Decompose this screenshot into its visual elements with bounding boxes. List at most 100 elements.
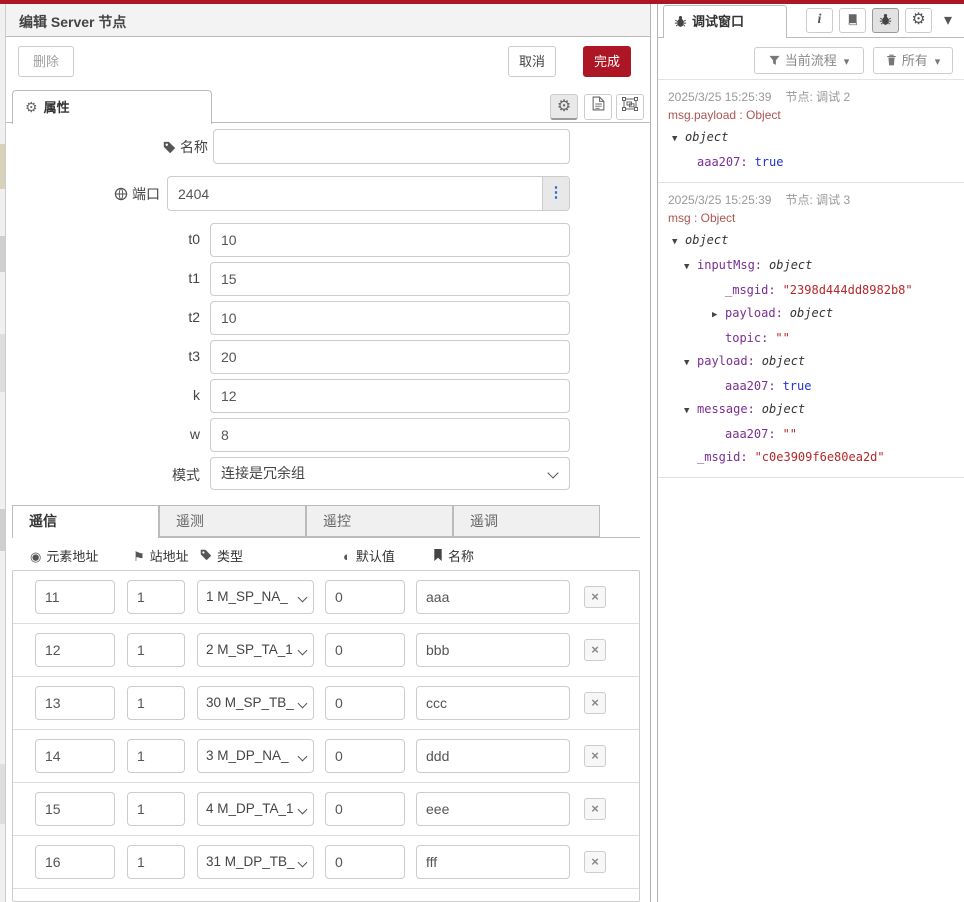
remove-row-button[interactable]: ×	[584, 586, 606, 608]
point-name-input[interactable]	[416, 633, 570, 667]
station-address-input[interactable]	[127, 845, 185, 879]
element-address-input[interactable]	[35, 792, 115, 826]
close-icon: ×	[591, 854, 599, 869]
node-description-button[interactable]	[584, 94, 612, 120]
cancel-button[interactable]: 取消	[508, 46, 556, 77]
dialog-header: 编辑 Server 节点	[6, 4, 650, 37]
t0-input[interactable]	[210, 223, 570, 257]
station-address-input[interactable]	[127, 686, 185, 720]
point-name-input[interactable]	[416, 739, 570, 773]
points-table: 1 M_SP_NA_ × 2 M_SP_TA_1 × 30 M_SP_TB_ ×	[12, 570, 640, 902]
default-value-input[interactable]	[325, 580, 405, 614]
station-address-input[interactable]	[127, 792, 185, 826]
gear-icon: ⚙	[557, 98, 571, 115]
element-address-input[interactable]	[35, 633, 115, 667]
debug-clear-button[interactable]: 所有▾	[873, 47, 953, 74]
filter-icon	[769, 55, 780, 66]
delete-button[interactable]: 删除	[18, 46, 74, 77]
column-header-name: 名称	[433, 546, 474, 565]
type-select[interactable]: 4 M_DP_TA_1	[197, 792, 314, 826]
tag-icon	[163, 141, 176, 154]
name-input[interactable]	[213, 129, 570, 164]
debug-tree-line: _msgid:"c0e3909f6e80ea2d"	[668, 446, 956, 469]
k-input[interactable]	[210, 379, 570, 413]
help-tab-button[interactable]	[839, 8, 866, 33]
remove-row-button[interactable]: ×	[584, 692, 606, 714]
node-settings-button[interactable]: ⚙	[550, 94, 578, 120]
type-select[interactable]: 31 M_DP_TB_	[197, 845, 314, 879]
point-name-input[interactable]	[416, 845, 570, 879]
default-value-input[interactable]	[325, 633, 405, 667]
type-select[interactable]: 1 M_SP_NA_	[197, 580, 314, 614]
default-value-input[interactable]	[325, 686, 405, 720]
adjust-icon: ◐	[343, 549, 351, 564]
name-field-label: 名称	[86, 137, 208, 157]
default-value-input[interactable]	[325, 792, 405, 826]
gear-icon: ⚙	[25, 99, 38, 115]
default-value-input[interactable]	[325, 739, 405, 773]
element-address-input[interactable]	[35, 580, 115, 614]
tab-yaotiao[interactable]: 遥调	[453, 505, 600, 537]
tab-properties[interactable]: ⚙属性	[12, 90, 212, 124]
debug-sidebar: 调试窗口 i ⚙ ▾ 当前流程▾ 所有▾ 2025/3/2	[657, 4, 964, 902]
mode-select[interactable]: 连接是冗余组	[210, 457, 570, 490]
expand-arrow-icon[interactable]: ▶	[712, 304, 725, 327]
done-button[interactable]: 完成	[583, 46, 631, 77]
debug-tree-line: ▼inputMsg:object	[668, 254, 956, 279]
element-address-input[interactable]	[35, 739, 115, 773]
t1-input[interactable]	[210, 262, 570, 296]
tab-yaoce[interactable]: 遥测	[159, 505, 306, 537]
dot-circle-icon: ◉	[30, 549, 41, 565]
debug-message-meta: 2025/3/25 15:25:39节点: 调试 3	[668, 191, 956, 206]
expand-arrow-icon[interactable]: ▼	[672, 128, 685, 151]
type-select[interactable]: 30 M_SP_TB_	[197, 686, 314, 720]
point-name-input[interactable]	[416, 792, 570, 826]
w-input[interactable]	[210, 418, 570, 452]
expand-arrow-icon[interactable]: ▼	[684, 352, 697, 375]
file-icon	[592, 96, 605, 111]
tab-yaokong[interactable]: 遥控	[306, 505, 453, 537]
debug-tab-button[interactable]	[872, 8, 899, 33]
sidebar-menu-button[interactable]: ▾	[939, 8, 957, 33]
debug-message: 2025/3/25 15:25:39节点: 调试 3 msg : Object …	[658, 183, 964, 478]
chevron-down-icon	[298, 699, 308, 709]
table-row: 30 M_SP_TB_ ×	[13, 677, 639, 730]
remove-row-button[interactable]: ×	[584, 639, 606, 661]
remove-row-button[interactable]: ×	[584, 798, 606, 820]
expand-arrow-icon[interactable]: ▼	[684, 256, 697, 279]
sidebar-header: 调试窗口 i ⚙ ▾	[658, 4, 964, 38]
close-icon: ×	[591, 642, 599, 657]
station-address-input[interactable]	[127, 633, 185, 667]
chevron-down-icon	[298, 858, 308, 868]
dialog-title: 编辑 Server 节点	[19, 12, 126, 32]
station-address-input[interactable]	[127, 739, 185, 773]
remove-row-button[interactable]: ×	[584, 745, 606, 767]
port-options-button[interactable]: ⋮	[542, 177, 569, 210]
properties-tab-row: ⚙属性 ⚙	[6, 88, 650, 123]
element-address-input[interactable]	[35, 686, 115, 720]
expand-arrow-icon[interactable]: ▼	[672, 231, 685, 254]
debug-timestamp: 2025/3/25 15:25:39	[668, 90, 771, 104]
debug-tree-line: aaa207:""	[668, 423, 956, 446]
debug-message-meta: 2025/3/25 15:25:39节点: 调试 2	[668, 88, 956, 103]
tab-yaoxin[interactable]: 遥信	[12, 505, 159, 538]
type-select[interactable]: 2 M_SP_TA_1	[197, 633, 314, 667]
node-appearance-button[interactable]	[616, 94, 644, 120]
point-name-input[interactable]	[416, 686, 570, 720]
tab-debug-window[interactable]: 调试窗口	[663, 5, 787, 38]
t2-input[interactable]	[210, 301, 570, 335]
expand-arrow-icon[interactable]: ▼	[684, 400, 697, 423]
type-select[interactable]: 3 M_DP_NA_	[197, 739, 314, 773]
palette-edge-mark	[0, 144, 5, 189]
debug-tree-line: ▼message:object	[668, 398, 956, 423]
info-tab-button[interactable]: i	[806, 8, 833, 33]
port-input[interactable]	[168, 177, 569, 210]
element-address-input[interactable]	[35, 845, 115, 879]
point-name-input[interactable]	[416, 580, 570, 614]
remove-row-button[interactable]: ×	[584, 851, 606, 873]
default-value-input[interactable]	[325, 845, 405, 879]
debug-filter-button[interactable]: 当前流程▾	[754, 47, 864, 74]
t3-input[interactable]	[210, 340, 570, 374]
config-tab-button[interactable]: ⚙	[905, 8, 932, 33]
station-address-input[interactable]	[127, 580, 185, 614]
